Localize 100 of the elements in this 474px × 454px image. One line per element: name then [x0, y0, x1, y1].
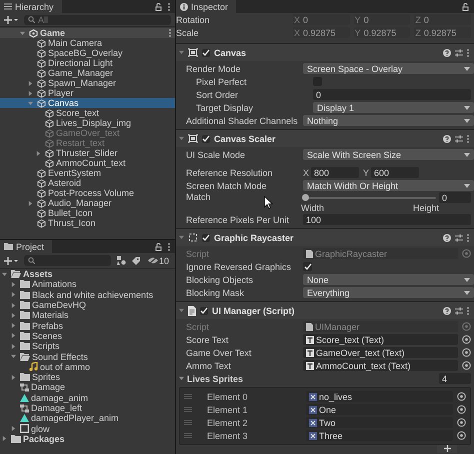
help-icon[interactable]: [443, 134, 451, 142]
number-field[interactable]: Y 0: [354, 14, 410, 25]
hierarchy-item[interactable]: Asteroid: [0, 178, 175, 188]
help-icon[interactable]: [443, 306, 451, 314]
hierarchy-item[interactable]: Game_Manager: [0, 68, 175, 78]
drag-handle-icon[interactable]: [184, 407, 192, 412]
sliders-icon[interactable]: [455, 306, 463, 314]
hierarchy-item[interactable]: Lives_Display_img: [0, 118, 175, 128]
dropdown[interactable]: None: [303, 274, 474, 285]
foldout-arrow-icon[interactable]: [11, 426, 16, 432]
foldout-arrow-icon[interactable]: [11, 374, 16, 380]
lock-icon[interactable]: [155, 242, 162, 250]
hierarchy-item[interactable]: Post-Process Volume: [0, 188, 175, 198]
number-field[interactable]: 800: [311, 167, 359, 178]
help-icon[interactable]: [443, 234, 451, 242]
component-header[interactable]: Canvas: [176, 44, 474, 61]
hierarchy-item[interactable]: Thrust_Icon: [0, 218, 175, 228]
hierarchy-item[interactable]: Directional Light: [0, 58, 175, 68]
hierarchy-item[interactable]: Bullet_Icon: [0, 208, 175, 218]
number-field[interactable]: 0: [313, 89, 471, 100]
foldout-arrow-icon[interactable]: [179, 50, 184, 55]
number-field[interactable]: Y 0.92875: [354, 27, 410, 38]
object-field[interactable]: GameOver_text (Text): [303, 347, 458, 358]
project-item[interactable]: Scripts: [0, 341, 175, 352]
foldout-arrow-icon[interactable]: [11, 292, 16, 298]
number-field[interactable]: Z 0.92875: [414, 27, 472, 38]
inspector-tab[interactable]: Inspector: [176, 0, 236, 13]
drag-handle-icon[interactable]: [184, 420, 192, 425]
number-field[interactable]: Z 0: [414, 14, 472, 25]
number-field[interactable]: 600: [371, 167, 419, 178]
lock-icon[interactable]: [462, 2, 469, 10]
component-header[interactable]: UI Manager (Script): [176, 302, 474, 319]
project-item[interactable]: Materials: [0, 310, 175, 320]
enabled-checkbox[interactable]: [202, 48, 210, 56]
project-item[interactable]: Black and white achievements: [0, 290, 175, 300]
enabled-checkbox[interactable]: [202, 234, 210, 242]
foldout-arrow-icon[interactable]: [11, 302, 16, 308]
foldout-arrow-icon[interactable]: [11, 312, 16, 318]
project-item[interactable]: Prefabs: [0, 320, 175, 331]
number-field[interactable]: X 0.92875: [293, 27, 350, 38]
project-item[interactable]: GameDevHQ: [0, 300, 175, 310]
enabled-checkbox[interactable]: [200, 306, 208, 314]
drag-handle-icon[interactable]: [184, 433, 192, 438]
foldout-arrow-icon[interactable]: [20, 30, 25, 36]
sliders-icon[interactable]: [455, 234, 463, 242]
drag-handle-icon[interactable]: [184, 394, 192, 399]
enabled-checkbox[interactable]: [202, 134, 210, 142]
object-field[interactable]: no_lives: [306, 391, 453, 402]
hierarchy-item[interactable]: EventSystem: [0, 168, 175, 178]
foldout-arrow-icon[interactable]: [11, 344, 16, 349]
foldout-arrow-icon[interactable]: [11, 354, 16, 360]
add-icon[interactable]: [4, 256, 18, 264]
dropdown[interactable]: Match Width Or Height: [303, 180, 474, 191]
help-icon[interactable]: [443, 48, 451, 56]
foldout-arrow-icon[interactable]: [2, 272, 7, 277]
foldout-arrow-icon[interactable]: [2, 436, 7, 442]
dropdown[interactable]: Screen Space - Overlay: [303, 63, 474, 74]
hierarchy-item[interactable]: Score_text: [0, 108, 175, 118]
object-field[interactable]: One: [306, 404, 453, 415]
hierarchy-item[interactable]: Canvas: [0, 98, 175, 108]
hierarchy-item[interactable]: Main Camera: [0, 38, 175, 48]
foldout-arrow-icon[interactable]: [11, 323, 16, 328]
component-header[interactable]: Graphic Raycaster: [176, 229, 474, 246]
project-item[interactable]: Assets: [0, 269, 175, 280]
foldout-arrow-icon[interactable]: [28, 80, 33, 86]
size-field[interactable]: 4: [439, 373, 471, 384]
foldout-arrow-icon[interactable]: [11, 282, 16, 287]
add-icon[interactable]: [4, 16, 18, 24]
foldout-arrow-icon[interactable]: [28, 90, 33, 96]
project-item[interactable]: damagedPlayer_anim: [0, 413, 175, 424]
hierarchy-item[interactable]: Audio_Manager: [0, 198, 175, 208]
number-field[interactable]: 0: [439, 192, 471, 203]
object-field[interactable]: Three: [306, 430, 453, 441]
dropdown[interactable]: Everything: [303, 287, 474, 298]
search-field[interactable]: [24, 255, 111, 266]
project-item[interactable]: out of ammo: [0, 362, 175, 372]
foldout-arrow-icon[interactable]: [36, 150, 41, 156]
dropdown[interactable]: Scale With Screen Size: [303, 149, 474, 160]
project-item[interactable]: Damage_left: [0, 402, 175, 414]
sliders-icon[interactable]: [455, 48, 463, 56]
project-item[interactable]: Sound Effects: [0, 351, 175, 362]
foldout-arrow-icon[interactable]: [11, 333, 16, 338]
project-item[interactable]: Animations: [0, 279, 175, 290]
hierarchy-tab[interactable]: Hierarchy: [0, 0, 62, 13]
hierarchy-item[interactable]: Game: [0, 28, 175, 38]
number-field[interactable]: 100: [303, 214, 471, 225]
lock-icon[interactable]: [155, 2, 162, 10]
filter-icon[interactable]: [116, 256, 126, 265]
project-item[interactable]: Sprites: [0, 372, 175, 382]
component-header[interactable]: Canvas Scaler: [176, 130, 474, 147]
add-element-button[interactable]: [437, 445, 457, 453]
checkbox[interactable]: [303, 262, 312, 271]
hierarchy-item[interactable]: Player: [0, 88, 175, 98]
dropdown[interactable]: Display 1: [313, 102, 474, 113]
hierarchy-item[interactable]: Spawn_Manager: [0, 78, 175, 88]
project-item[interactable]: Packages: [0, 434, 175, 444]
foldout-arrow-icon[interactable]: [28, 200, 33, 206]
project-item[interactable]: Scenes: [0, 330, 175, 342]
dropdown[interactable]: Nothing: [303, 115, 474, 126]
project-item[interactable]: glow: [0, 423, 175, 434]
